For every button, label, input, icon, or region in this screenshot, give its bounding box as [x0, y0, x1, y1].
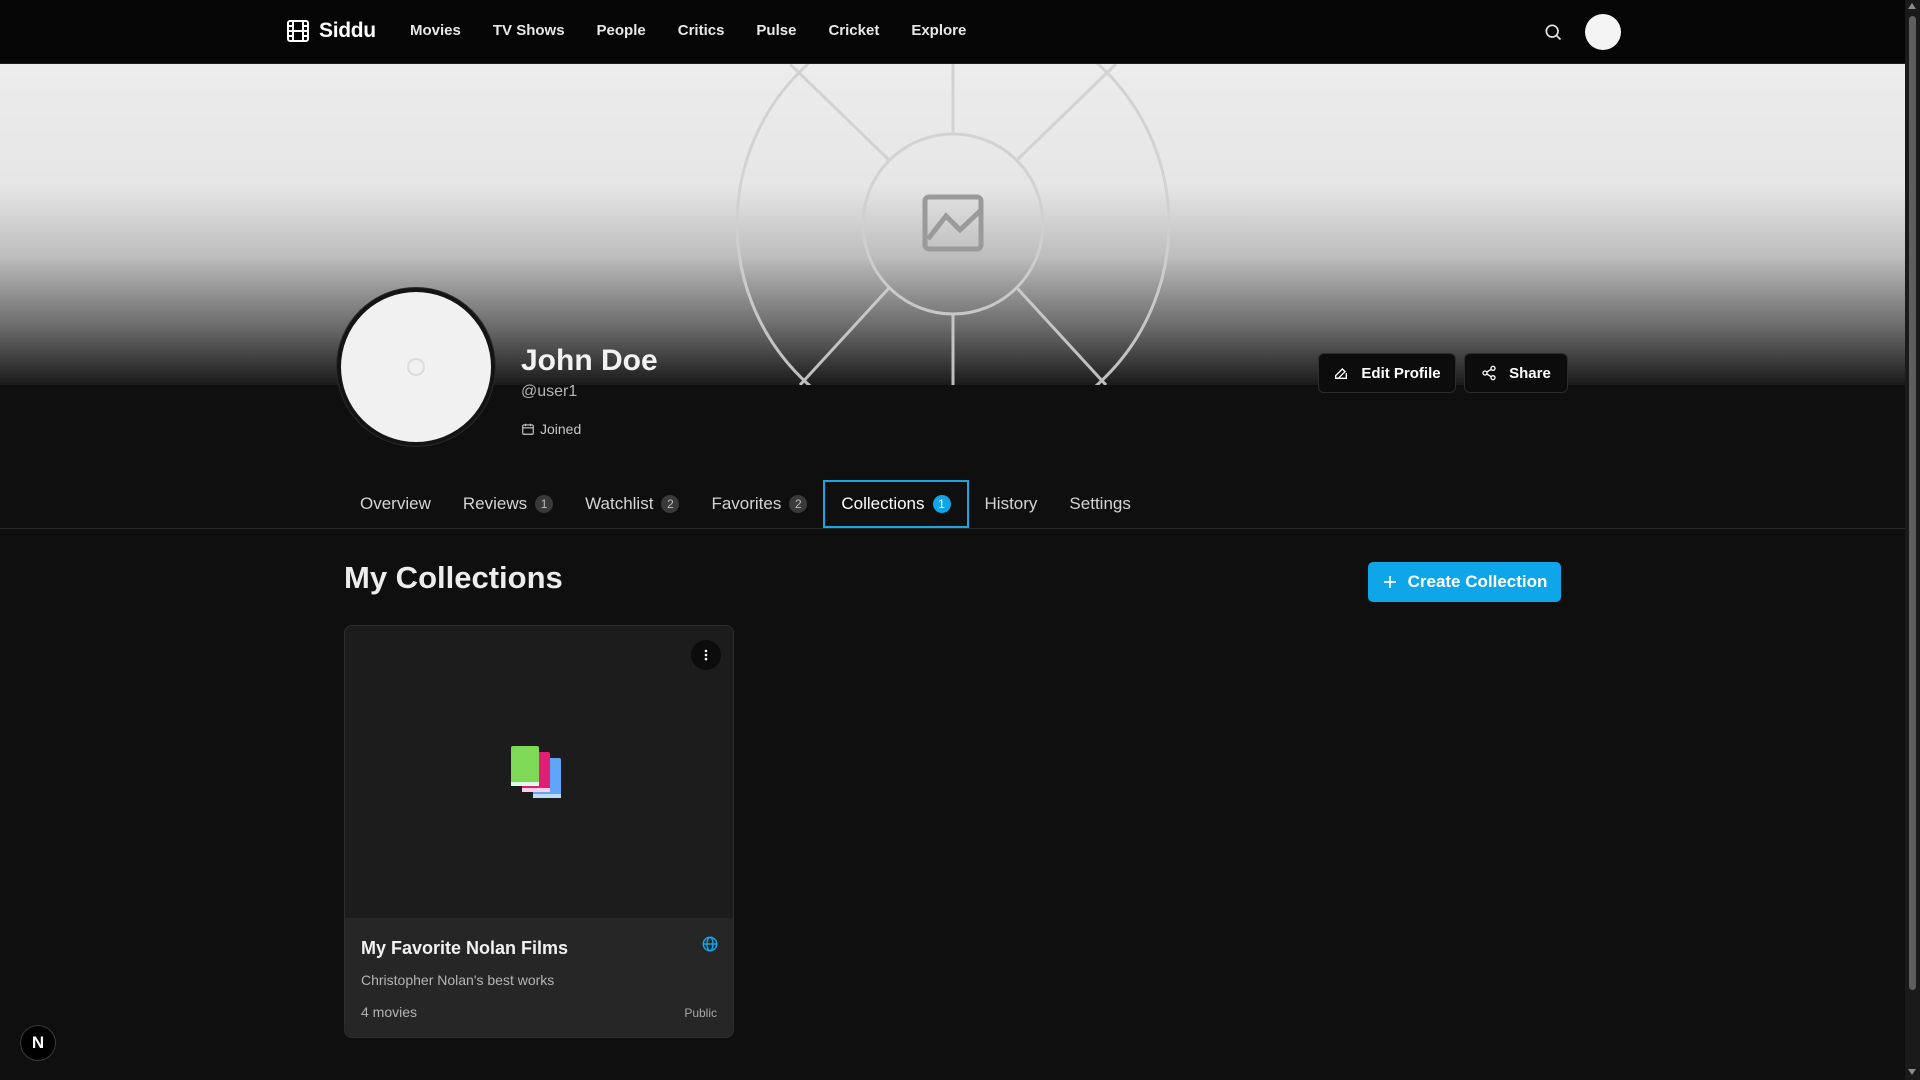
create-collection-button[interactable]: Create Collection — [1368, 562, 1561, 602]
nav-link-people[interactable]: People — [597, 22, 646, 39]
scroll-thumb[interactable] — [1909, 16, 1916, 990]
brand-name[interactable]: Siddu — [319, 19, 376, 43]
tab-favorites[interactable]: Favorites 2 — [695, 480, 823, 528]
scroll-down-arrow[interactable] — [1908, 1069, 1916, 1075]
tabs-divider — [0, 528, 1905, 529]
share-label: Share — [1509, 364, 1551, 382]
image-placeholder-icon — [922, 194, 984, 252]
collection-info: My Favorite Nolan Films Christopher Nola… — [345, 918, 733, 1037]
profile-handle: @user1 — [521, 383, 578, 400]
page-scrollbar[interactable] — [1905, 0, 1920, 1080]
nav-link-cricket[interactable]: Cricket — [828, 22, 879, 39]
tab-count-badge: 1 — [535, 495, 554, 513]
nav-link-explore[interactable]: Explore — [911, 22, 966, 39]
tab-overview[interactable]: Overview — [344, 480, 447, 528]
tab-label: Overview — [360, 494, 431, 513]
more-options-button[interactable] — [691, 640, 721, 670]
user-avatar-button[interactable] — [1585, 14, 1621, 50]
nav-link-movies[interactable]: Movies — [410, 22, 461, 39]
tab-label: Settings — [1069, 494, 1131, 513]
collection-card[interactable]: My Favorite Nolan Films Christopher Nola… — [344, 625, 734, 1038]
tab-label: Watchlist — [585, 494, 654, 513]
tab-history[interactable]: History — [969, 480, 1054, 528]
edit-profile-button[interactable]: Edit Profile — [1318, 353, 1456, 393]
edit-icon — [1335, 368, 1348, 379]
collection-cover[interactable] — [345, 626, 733, 918]
film-icon — [287, 20, 309, 42]
nav-link-critics[interactable]: Critics — [678, 22, 725, 39]
tab-label: Favorites — [711, 494, 782, 513]
collection-visibility: Public — [684, 1006, 717, 1020]
tab-label: Collections — [841, 494, 925, 513]
edit-profile-label: Edit Profile — [1361, 364, 1441, 382]
top-navbar: Siddu Movies TV Shows People Critics Pul… — [0, 0, 1905, 64]
brand-logo[interactable]: Siddu — [286, 19, 376, 43]
tab-collections[interactable]: Collections 1 — [823, 480, 969, 528]
scroll-up-arrow[interactable] — [1908, 3, 1916, 9]
tab-settings[interactable]: Settings — [1053, 480, 1146, 528]
collection-movie-count: 4 movies — [361, 1004, 418, 1020]
nav-link-pulse[interactable]: Pulse — [756, 22, 796, 39]
nav-links: Movies TV Shows People Critics Pulse Cri… — [410, 22, 966, 39]
collection-description: Christopher Nolan's best works — [361, 972, 555, 988]
tab-watchlist[interactable]: Watchlist 2 — [569, 480, 695, 528]
plus-icon — [1383, 576, 1396, 588]
tab-label: History — [984, 494, 1038, 513]
profile-joined: Joined — [521, 421, 581, 437]
search-icon[interactable] — [1543, 22, 1563, 42]
nav-link-tv-shows[interactable]: TV Shows — [493, 22, 565, 39]
share-icon — [1482, 365, 1496, 381]
create-collection-label: Create Collection — [1407, 572, 1548, 591]
collection-title[interactable]: My Favorite Nolan Films — [361, 938, 568, 959]
calendar-icon — [522, 423, 534, 435]
tab-count-badge: 2 — [661, 495, 680, 513]
share-button[interactable]: Share — [1464, 353, 1568, 393]
tab-label: Reviews — [462, 494, 528, 513]
tab-reviews[interactable]: Reviews 1 — [447, 480, 569, 528]
books-icon — [511, 746, 561, 798]
more-vertical-icon — [704, 649, 708, 661]
profile-banner — [0, 64, 1905, 385]
profile-name: John Doe — [521, 344, 658, 377]
section-title: My Collections — [344, 560, 563, 595]
globe-icon — [702, 936, 718, 952]
tab-count-badge: 2 — [789, 495, 808, 513]
joined-label: Joined — [540, 421, 582, 437]
tab-count-badge: 1 — [932, 495, 951, 513]
profile-tabs: Overview Reviews 1 Watchlist 2 Favorites… — [344, 480, 1147, 528]
profile-avatar — [337, 288, 495, 446]
dev-tools-badge[interactable]: N — [20, 1025, 56, 1061]
